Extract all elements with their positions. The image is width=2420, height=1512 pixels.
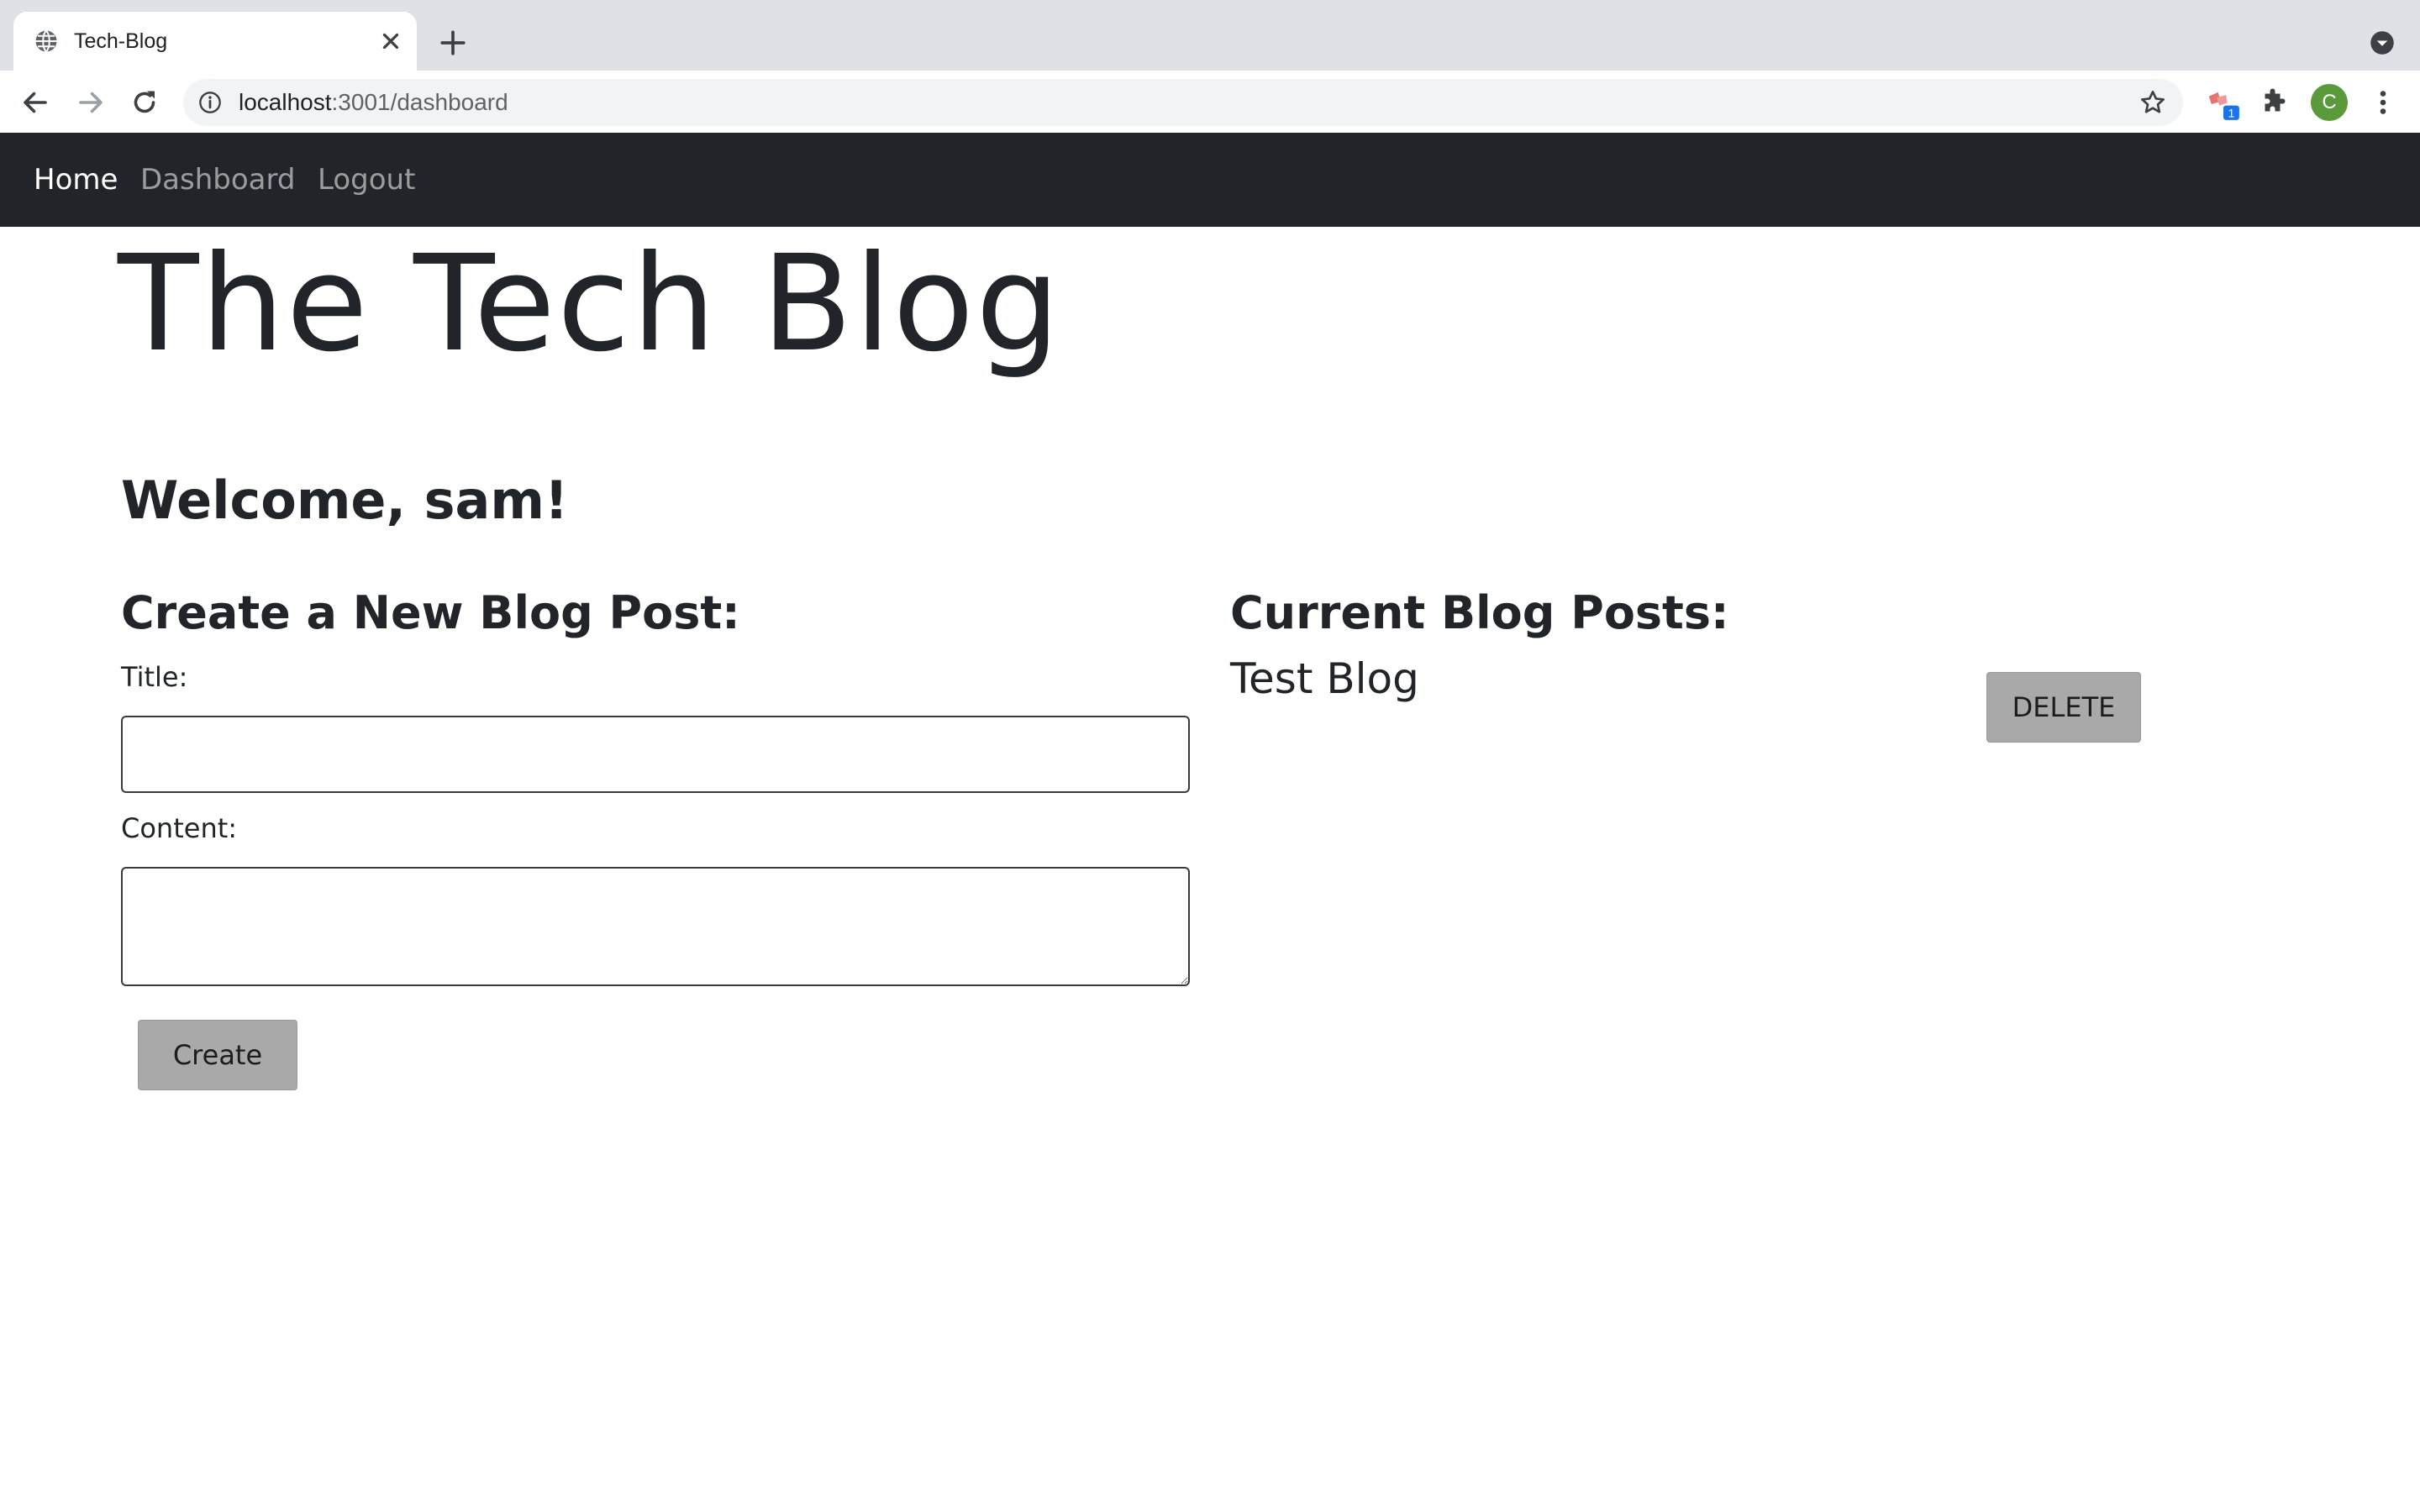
nav-link-logout[interactable]: Logout [318,161,415,198]
page-title: The Tech Blog [118,227,1062,381]
url-host: localhost [239,89,332,115]
post-title[interactable]: Test Blog [1230,647,1419,711]
back-arrow-icon[interactable] [20,87,50,118]
tab-title: Tech-Blog [74,29,168,53]
kebab-menu-icon[interactable] [2368,87,2398,118]
browser-toolbar: localhost:3001/dashboard 1 C [0,71,2420,134]
url-text: localhost:3001/dashboard [239,87,508,118]
browser-tab-strip: Tech-Blog [0,0,2420,71]
url-path: :3001/dashboard [331,89,508,115]
nav-link-dashboard[interactable]: Dashboard [140,161,295,198]
content-textarea[interactable] [121,867,1190,986]
welcome-message: Welcome, sam! [121,470,569,531]
nav-link-home[interactable]: Home [34,161,118,198]
bookmark-star-icon[interactable] [2139,89,2166,116]
browser-tab[interactable]: Tech-Blog [13,12,417,71]
close-icon[interactable] [378,29,403,54]
new-tab-plus-icon[interactable] [439,29,467,57]
create-post-heading: Create a New Blog Post: [121,586,740,639]
info-icon[interactable] [198,91,222,114]
title-label: Title: [121,661,188,693]
title-input[interactable] [121,716,1190,793]
profile-avatar[interactable]: C [2311,84,2348,121]
delete-post-button[interactable]: DELETE [1986,672,2141,743]
content-label: Content: [121,812,238,844]
tab-search-chevron-icon[interactable] [2370,30,2395,55]
extension-badge-icon[interactable]: 1 [2205,86,2242,123]
extension-badge-count: 1 [2228,107,2234,120]
reload-icon[interactable] [129,87,160,118]
address-bar[interactable]: localhost:3001/dashboard [183,79,2183,126]
current-posts-heading: Current Blog Posts: [1230,586,1729,639]
globe-icon [35,29,57,53]
site-navbar: Home Dashboard Logout [0,133,2420,227]
create-button[interactable]: Create [138,1020,297,1090]
forward-arrow-icon[interactable] [76,87,106,118]
puzzle-extensions-icon[interactable] [2259,87,2289,118]
